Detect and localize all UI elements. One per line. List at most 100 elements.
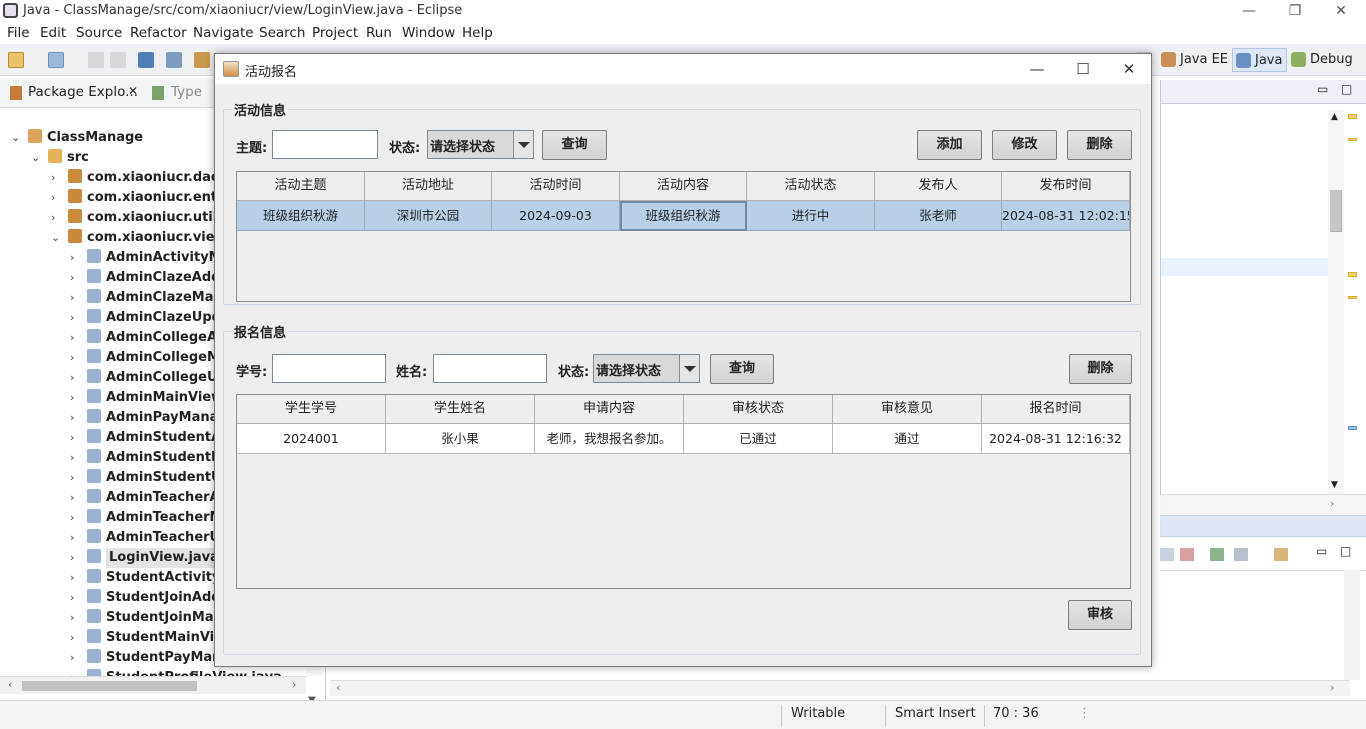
editor-horizontal-scrollbar[interactable]: ›	[1160, 494, 1366, 514]
save-all-icon[interactable]	[110, 52, 126, 68]
chevron-right-icon[interactable]: ›	[70, 628, 82, 648]
tree-java-file[interactable]: › AdminStudentAdc	[70, 428, 238, 448]
chevron-down-icon[interactable]: ⌄	[31, 148, 43, 168]
editor-bottom-scrollbar[interactable]: ‹ ›	[330, 680, 1350, 696]
skip-breakpoints-icon[interactable]	[166, 52, 182, 68]
tree-java-file[interactable]: › StudentJoinMana	[70, 608, 232, 628]
table-cell[interactable]: 班级组织秋游	[620, 201, 747, 231]
minimize-view-icon[interactable]: ▭	[1317, 82, 1328, 96]
tree-package[interactable]: › com.xiaoniucr.entity	[51, 188, 236, 208]
chevron-right-icon[interactable]: ›	[70, 388, 82, 408]
tree-java-file[interactable]: › AdminActivityMar	[70, 248, 237, 268]
chevron-right-icon[interactable]: ›	[70, 468, 82, 488]
tree-java-file[interactable]: › AdminClazeMana	[70, 288, 232, 308]
column-header[interactable]: 审核状态	[684, 395, 833, 424]
column-header[interactable]: 学生姓名	[386, 395, 535, 424]
ruler-warning-mark[interactable]	[1348, 272, 1357, 277]
tree-java-file[interactable]: › AdminCollegeUpc	[70, 368, 235, 388]
tree-java-file[interactable]: › AdminTeacherAd	[70, 488, 229, 508]
chevron-right-icon[interactable]: ›	[70, 328, 82, 348]
delete-activity-button[interactable]: 删除	[1067, 130, 1132, 160]
theme-input[interactable]	[272, 130, 378, 159]
chevron-right-icon[interactable]: ›	[70, 528, 82, 548]
chevron-right-icon[interactable]: ›	[70, 268, 82, 288]
chevron-down-icon[interactable]: ⌄	[11, 128, 23, 148]
column-header[interactable]: 活动地址	[365, 172, 492, 201]
open-console-icon[interactable]	[1274, 548, 1288, 561]
table-cell[interactable]: 老师，我想报名参加。	[535, 424, 684, 454]
ruler-mark[interactable]	[1348, 296, 1357, 299]
tree-java-file[interactable]: › AdminStudentMa	[70, 448, 233, 468]
delete-signup-button[interactable]: 删除	[1069, 354, 1132, 384]
chevron-right-icon[interactable]: ›	[70, 648, 82, 668]
tree-package[interactable]: › com.xiaoniucr.utils	[51, 208, 225, 228]
chevron-right-icon[interactable]: ›	[51, 168, 63, 188]
scrollbar-thumb[interactable]	[22, 681, 197, 691]
chevron-right-icon[interactable]: ›	[70, 508, 82, 528]
chevron-right-icon[interactable]: ›	[70, 348, 82, 368]
review-button[interactable]: 审核	[1068, 600, 1132, 630]
menu-edit[interactable]: Edit	[40, 25, 66, 41]
minimize-icon[interactable]: —	[1226, 0, 1272, 22]
tree-project[interactable]: ⌄ ClassManage	[11, 128, 143, 148]
table-row[interactable]: 2024001 张小果 老师，我想报名参加。 已通过 通过 2024-08-31…	[237, 424, 1130, 454]
column-header[interactable]: 审核意见	[833, 395, 982, 424]
maximize-view-icon[interactable]: □	[1341, 82, 1352, 96]
tree-java-file[interactable]: › AdminPayManage	[70, 408, 237, 428]
menu-run[interactable]: Run	[366, 25, 392, 41]
perspective-debug[interactable]: Debug	[1288, 48, 1357, 72]
menu-window[interactable]: Window	[402, 25, 455, 41]
signup-status-select[interactable]: 请选择状态	[593, 354, 700, 383]
column-header[interactable]: 报名时间	[982, 395, 1130, 424]
table-cell[interactable]: 2024-08-31 12:16:32	[982, 424, 1130, 454]
tree-package[interactable]: › com.xiaoniucr.dao	[51, 168, 220, 188]
scroll-right-icon[interactable]: ›	[1330, 497, 1334, 510]
student-name-input[interactable]	[433, 354, 547, 383]
column-header[interactable]: 学生学号	[237, 395, 386, 424]
table-cell[interactable]: 已通过	[684, 424, 833, 454]
add-activity-button[interactable]: 添加	[917, 130, 982, 160]
tree-src-folder[interactable]: ⌄ src	[31, 148, 89, 168]
close-icon[interactable]: ✕	[1318, 0, 1364, 22]
tab-type-hierarchy[interactable]: Type	[171, 84, 202, 100]
dialog-maximize-icon[interactable]: ☐	[1060, 54, 1106, 84]
scroll-right-icon[interactable]: ›	[1330, 681, 1334, 694]
menu-search[interactable]: Search	[259, 25, 305, 41]
pin-console-icon[interactable]	[1210, 548, 1224, 561]
tree-java-file[interactable]: › AdminCollegeMa	[70, 348, 229, 368]
chevron-right-icon[interactable]: ›	[70, 368, 82, 388]
chevron-right-icon[interactable]: ›	[70, 588, 82, 608]
scroll-down-icon[interactable]: ▼	[1331, 480, 1338, 490]
column-header[interactable]: 申请内容	[535, 395, 684, 424]
table-row[interactable]: 班级组织秋游 深圳市公园 2024-09-03 班级组织秋游 进行中 张老师 2…	[237, 201, 1130, 231]
chevron-right-icon[interactable]: ›	[70, 428, 82, 448]
column-header[interactable]: 发布人	[875, 172, 1002, 201]
tree-package[interactable]: ⌄ com.xiaoniucr.view	[51, 228, 227, 248]
table-cell[interactable]: 班级组织秋游	[237, 201, 365, 231]
student-no-input[interactable]	[272, 354, 386, 383]
menu-project[interactable]: Project	[312, 25, 358, 41]
tree-java-file[interactable]: › AdminMainView.j	[70, 388, 232, 408]
menu-file[interactable]: File	[7, 25, 30, 41]
tree-java-file[interactable]: › AdminTeacherUp	[70, 528, 229, 548]
table-cell[interactable]: 张老师	[875, 201, 1002, 231]
remove-launch-icon[interactable]	[1180, 548, 1194, 561]
chevron-right-icon[interactable]: ›	[51, 208, 63, 228]
chevron-down-icon[interactable]: ⌄	[51, 228, 63, 248]
tree-java-file[interactable]: › StudentMainView.j	[70, 628, 244, 648]
new-package-icon[interactable]	[48, 52, 64, 68]
chevron-right-icon[interactable]: ›	[70, 308, 82, 328]
tree-java-file[interactable]: › StudentJoinAddV	[70, 588, 231, 608]
scroll-left-icon[interactable]: ‹	[336, 681, 340, 694]
clear-console-icon[interactable]	[1160, 548, 1174, 561]
chevron-right-icon[interactable]: ›	[70, 288, 82, 308]
scroll-left-icon[interactable]: ‹	[8, 678, 12, 691]
build-icon[interactable]	[194, 52, 210, 68]
editor-scroll-thumb[interactable]	[1330, 190, 1342, 232]
tree-java-file[interactable]: › StudentActivityQu	[70, 568, 241, 588]
dialog-close-icon[interactable]: ✕	[1106, 54, 1152, 84]
tab-close-icon[interactable]: ✕	[128, 84, 138, 98]
tree-java-file[interactable]: › AdminClazeUpda	[70, 308, 230, 328]
chevron-right-icon[interactable]: ›	[70, 248, 82, 268]
ruler-mark[interactable]	[1348, 138, 1357, 141]
